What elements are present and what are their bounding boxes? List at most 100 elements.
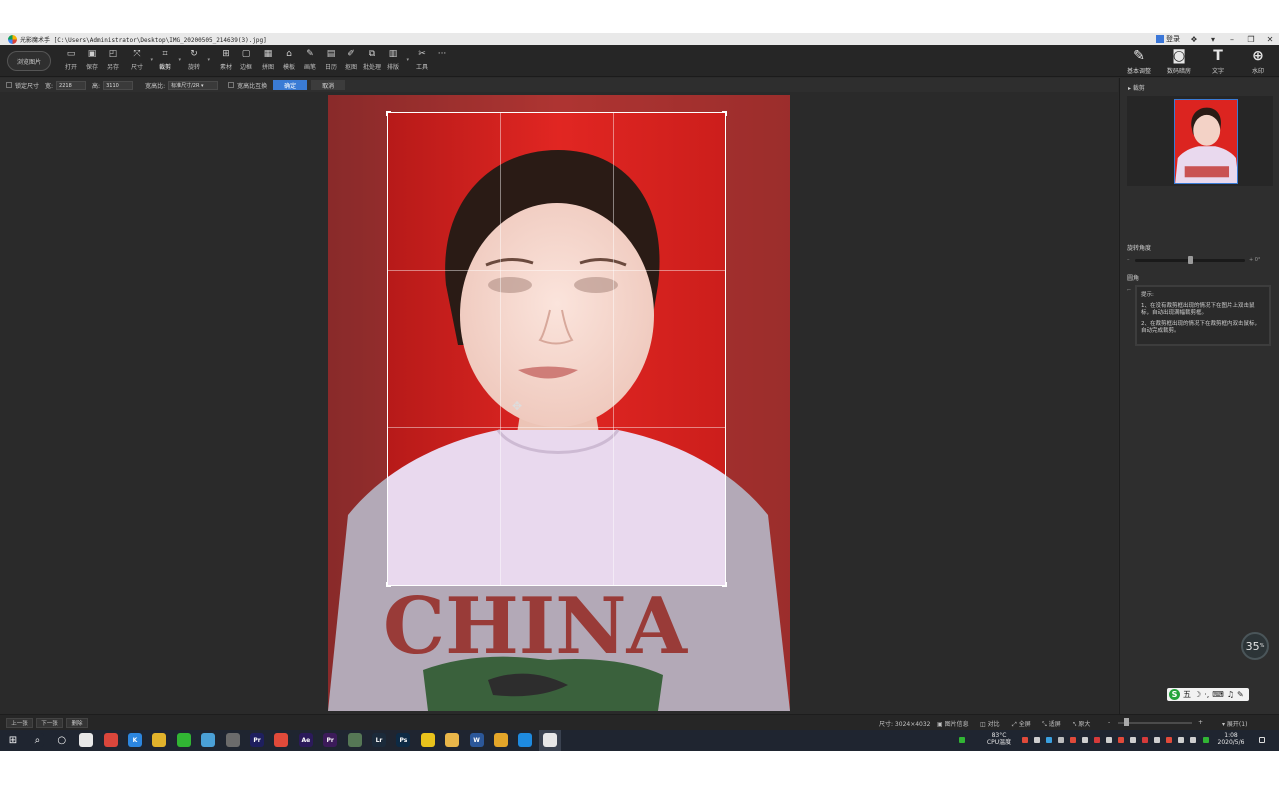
settings-icon[interactable]: ❖ — [1189, 35, 1199, 44]
word-icon[interactable]: W — [469, 733, 484, 747]
width-input[interactable]: 2218 — [56, 80, 87, 90]
k-app-icon[interactable]: K — [128, 733, 142, 747]
game-icon[interactable] — [201, 733, 216, 747]
tray-icon-4[interactable] — [1058, 737, 1064, 743]
fit-screen-button[interactable]: ⤡ 适屏 — [1042, 719, 1061, 729]
swap-ratio-checkbox[interactable] — [228, 82, 235, 88]
app-icon-photo[interactable] — [347, 733, 362, 747]
app-icon-gray[interactable] — [225, 733, 240, 747]
lightroom-icon[interactable]: Lr — [372, 733, 386, 747]
tools-button[interactable]: ✂ 工具 — [412, 49, 432, 75]
cutout-button[interactable]: ✐ 抠图 — [341, 49, 361, 75]
rotate-slider-knob[interactable] — [1187, 256, 1193, 264]
save-as-button[interactable]: ◰ 另存 — [103, 49, 123, 75]
zoom-in-button[interactable]: + — [1198, 719, 1203, 726]
login-button[interactable]: 登录 — [1156, 34, 1180, 44]
task-view-icon[interactable]: ○ — [54, 733, 69, 747]
batch-button[interactable]: ⧉ 批处理 — [362, 49, 382, 75]
qq-icon[interactable] — [79, 733, 94, 747]
brush-button[interactable]: ✎ 画笔 — [300, 49, 320, 75]
crop-handle-tl[interactable] — [386, 111, 391, 116]
network-icon[interactable] — [1154, 737, 1160, 743]
calendar-button[interactable]: ▤ 日历 — [321, 49, 341, 75]
premiere-dark-icon[interactable]: Pr — [250, 733, 264, 747]
browse-images-button[interactable]: 浏览图片 — [7, 51, 51, 71]
app-icon-yellow[interactable] — [494, 733, 508, 747]
watermark-button[interactable]: ⊕ 水印 — [1240, 49, 1276, 76]
crop-handle-br[interactable] — [722, 582, 727, 587]
close-button[interactable]: ✕ — [1265, 35, 1275, 44]
crop-box[interactable]: ✥ — [386, 111, 727, 587]
ime-toolbar[interactable]: S 五 ☽ ·, ⌨ ♫ ✎ — [1167, 688, 1249, 701]
chrome-icon[interactable] — [152, 733, 167, 747]
crop-handle-tr[interactable] — [722, 111, 727, 116]
zoom-slider-knob[interactable] — [1124, 718, 1129, 726]
cancel-button[interactable]: 取消 — [311, 80, 346, 90]
ratio-select[interactable]: 标准尺寸/2R ▾ — [168, 80, 219, 90]
app-icon-blue[interactable] — [518, 733, 533, 747]
darkroom-button[interactable]: ◙ 数码暗房 — [1161, 49, 1197, 76]
tray-icon-11[interactable] — [1142, 737, 1148, 743]
original-size-button[interactable]: ⤣ 原大 — [1073, 719, 1090, 729]
search-icon[interactable]: ⌕ — [30, 733, 45, 747]
tray-icon-10[interactable] — [1130, 737, 1136, 743]
volume-icon[interactable] — [1178, 737, 1184, 743]
rotate-angle-slider[interactable] — [1135, 256, 1245, 264]
layout-button[interactable]: ▥ 排版 ▾ — [383, 49, 409, 75]
delete-button[interactable]: 删除 — [66, 718, 88, 728]
confirm-button[interactable]: 确定 — [273, 80, 308, 90]
sogou-tray-icon[interactable] — [1203, 737, 1209, 743]
tray-icon-6[interactable] — [1082, 737, 1088, 743]
browser-red-icon[interactable] — [103, 733, 118, 747]
tray-360-icon[interactable] — [959, 737, 965, 743]
compare-button[interactable]: ◫ 对比 — [980, 719, 1000, 728]
crop-handle-bl[interactable] — [386, 582, 391, 587]
collage-button[interactable]: ▦ 拼图 — [258, 49, 278, 75]
tray-icon-2[interactable] — [1034, 737, 1040, 743]
template-button[interactable]: ⌂ 模板 — [279, 49, 299, 75]
thumbnail-preview[interactable] — [1127, 96, 1273, 186]
folder-icon[interactable] — [445, 733, 460, 747]
more-tools-button[interactable]: ··· — [432, 49, 452, 75]
tray-icon-3[interactable] — [1046, 737, 1052, 743]
next-image-button[interactable]: 下一张 — [36, 718, 63, 728]
maximize-button[interactable]: ❐ — [1246, 35, 1256, 44]
height-input[interactable]: 3110 — [103, 80, 134, 90]
photo-canvas[interactable]: CHINA ✥ — [328, 95, 790, 711]
basic-adjust-button[interactable]: ✎ 基本调整 — [1121, 49, 1157, 76]
text-button[interactable]: T 文字 — [1200, 49, 1236, 76]
sticky-icon[interactable] — [420, 733, 435, 747]
tray-icon-8[interactable] — [1106, 737, 1112, 743]
tray-icon-1[interactable] — [1022, 737, 1028, 743]
border-button[interactable]: ▢ 边框 — [236, 49, 256, 75]
zoom-out-button[interactable]: - — [1108, 719, 1110, 726]
image-info-button[interactable]: ▣ 图片信息 — [937, 719, 969, 728]
tray-icon-12[interactable] — [1166, 737, 1172, 743]
zoom-slider[interactable] — [1118, 722, 1192, 724]
speed-widget[interactable]: 35% — [1241, 632, 1269, 660]
expand-filmstrip-button[interactable]: ▾ 展开(1) — [1222, 719, 1247, 728]
photoshop-icon[interactable]: Ps — [396, 733, 411, 747]
lock-size-checkbox[interactable] — [6, 82, 12, 88]
tray-icon-5[interactable] — [1070, 737, 1076, 743]
prev-image-button[interactable]: 上一张 — [6, 718, 33, 728]
after-effects-icon[interactable]: Ae — [298, 733, 313, 747]
tray-icon-9[interactable] — [1118, 737, 1124, 743]
save-button[interactable]: ▣ 保存 — [82, 49, 102, 75]
tray-icon-7[interactable] — [1094, 737, 1100, 743]
neoimaging-icon[interactable] — [542, 733, 557, 747]
premiere-icon[interactable]: Pr — [323, 733, 338, 747]
windows-start-icon[interactable]: ⊞ — [6, 733, 20, 747]
resize-button[interactable]: ⤧ 尺寸 ▾ — [127, 49, 153, 75]
menu-icon[interactable]: ▾ — [1208, 35, 1218, 44]
wechat-icon[interactable] — [176, 733, 191, 747]
crop-button[interactable]: ⌗ 裁剪 ▾ — [155, 49, 181, 75]
ime-tray-icon[interactable] — [1190, 737, 1196, 743]
material-button[interactable]: ⊞ 素材 — [216, 49, 236, 75]
minimize-button[interactable]: – — [1227, 35, 1237, 44]
open-button[interactable]: ▭ 打开 — [61, 49, 81, 75]
notification-icon[interactable] — [1259, 737, 1265, 743]
rotate-button[interactable]: ↻ 旋转 ▾ — [184, 49, 210, 75]
clock[interactable]: 1:08 2020/5/6 — [1216, 732, 1246, 746]
fullscreen-button[interactable]: ⤢ 全屏 — [1012, 719, 1031, 729]
